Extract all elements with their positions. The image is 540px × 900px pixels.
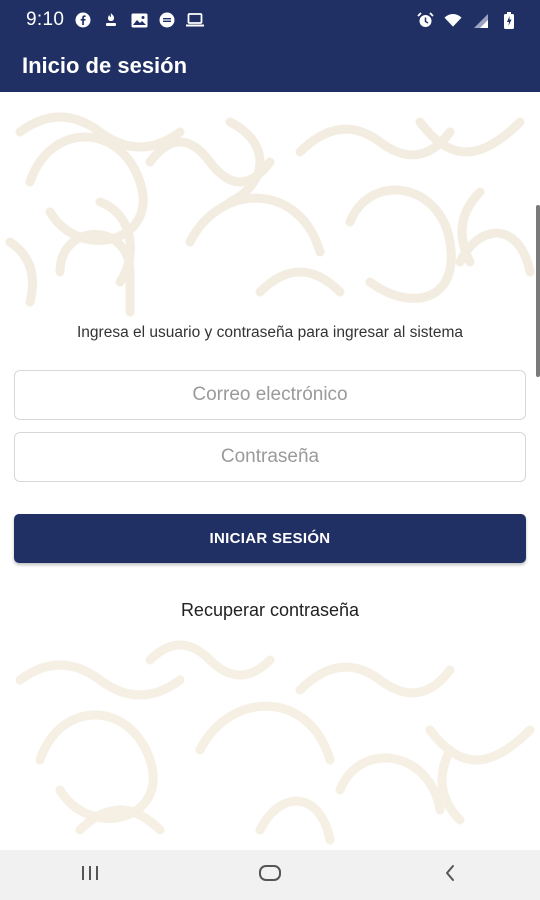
login-form: Ingresa el usuario y contraseña para ing… [0, 92, 540, 850]
system-nav-bar [0, 850, 540, 900]
login-button[interactable]: INICIAR SESIÓN [14, 514, 526, 563]
app-bar: Inicio de sesión [0, 40, 540, 92]
facebook-icon [74, 11, 92, 29]
signal-icon [472, 11, 490, 29]
recover-password-link[interactable]: Recuperar contraseña [0, 600, 540, 621]
home-button[interactable] [240, 850, 300, 900]
scrollbar[interactable] [536, 205, 540, 377]
recents-button[interactable] [60, 850, 120, 900]
notification-icon [102, 11, 120, 29]
status-left: 9:10 [26, 9, 205, 31]
home-icon [258, 864, 282, 887]
back-icon [443, 864, 457, 887]
status-time: 9:10 [26, 9, 65, 30]
recents-icon [80, 865, 100, 886]
battery-icon [500, 11, 518, 29]
laptop-icon [186, 11, 205, 29]
back-button[interactable] [420, 850, 480, 900]
alarm-icon [416, 11, 434, 29]
wifi-icon [444, 11, 462, 29]
email-field[interactable] [14, 370, 526, 420]
page-title: Inicio de sesión [22, 53, 188, 78]
login-instructions: Ingresa el usuario y contraseña para ing… [77, 324, 463, 341]
status-right [416, 11, 518, 29]
status-bar: 9:10 [0, 0, 540, 40]
message-icon [158, 11, 176, 29]
password-field[interactable] [14, 432, 526, 482]
image-icon [130, 11, 148, 29]
